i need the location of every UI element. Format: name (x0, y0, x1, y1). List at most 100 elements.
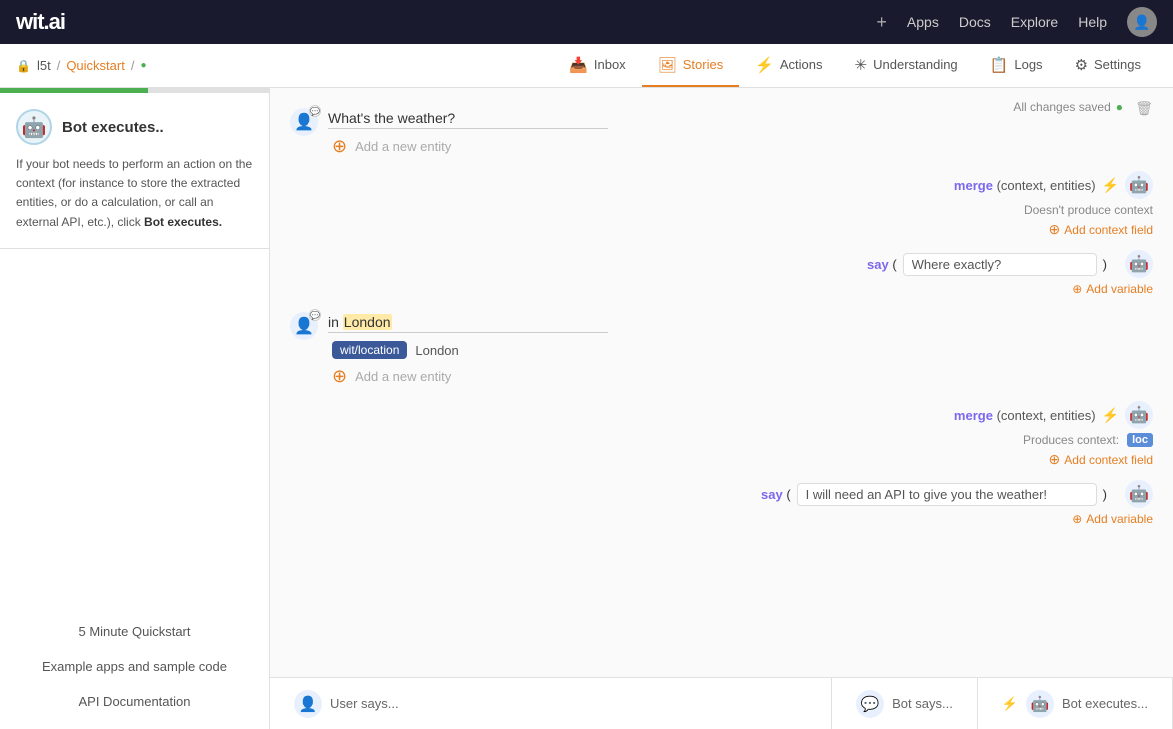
apps-link[interactable]: Apps (907, 14, 939, 30)
actions-icon: ⚡ (755, 56, 774, 74)
highlighted-london: London (343, 314, 392, 330)
main-content: All changes saved ● 🗑 👤 💬 ⊕ Add a new en… (270, 88, 1173, 729)
help-link[interactable]: Help (1078, 14, 1107, 30)
tab-settings[interactable]: ⚙ Settings (1059, 44, 1157, 87)
entity-tag-2[interactable]: wit/location (332, 341, 407, 359)
tab-stories[interactable]: 🖼 Stories (642, 44, 740, 87)
user-turn-2: 👤 💬 in London wit/location London ⊕ Add … (290, 312, 1153, 385)
add-context-btn-1[interactable]: ⊕ Add context field (330, 221, 1153, 238)
bot-avatar: 🤖 (16, 109, 52, 145)
app-name[interactable]: l5t (37, 58, 51, 73)
entity-value-2: London (415, 343, 458, 358)
trash-icon[interactable]: 🗑 (1135, 100, 1153, 117)
logo: wit.ai (16, 9, 65, 35)
lightning-btn-1[interactable]: ⚡ (1102, 177, 1119, 194)
bottom-spacer (270, 542, 1173, 602)
status-dot: ● (140, 60, 146, 71)
say-input-1[interactable] (903, 253, 1097, 276)
say-paren-close-2: ) (1103, 487, 1107, 502)
bot-action-area-1: merge (context, entities) ⚡ 🤖 Doesn't pr… (330, 171, 1153, 296)
merge-params-1: (context, entities) (997, 178, 1096, 193)
bot-executes-desc: If your bot needs to perform an action o… (16, 155, 253, 232)
docs-link[interactable]: Docs (959, 14, 991, 30)
breadcrumb: 🔒 l5t / Quickstart / ● (16, 58, 147, 73)
bot-says-icon: 💬 (856, 690, 884, 718)
top-nav-links: + Apps Docs Explore Help 👤 (876, 7, 1157, 37)
bot-action-area-2: merge (context, entities) ⚡ 🤖 Produces c… (330, 401, 1153, 526)
add-context-label-1[interactable]: Add context field (1064, 223, 1153, 237)
main-layout: 🤖 Bot executes.. If your bot needs to pe… (0, 88, 1173, 729)
add-var-plus-1: ⊕ (1072, 282, 1082, 296)
add-context-label-2[interactable]: Add context field (1064, 453, 1153, 467)
save-status-text: All changes saved (1013, 100, 1110, 114)
bot-executes-title: Bot executes.. (62, 119, 164, 136)
context-badge: loc (1127, 433, 1153, 447)
logs-icon: 📋 (990, 56, 1009, 74)
entity-row-2: wit/location London (328, 341, 1153, 359)
user-turn-1: 👤 💬 ⊕ Add a new entity (290, 108, 1153, 155)
add-entity-btn-1[interactable]: ⊕ (332, 137, 347, 155)
merge-func-2: merge (context, entities) (954, 408, 1096, 423)
context-info-1: Doesn't produce context (330, 203, 1153, 217)
say-paren-open-1: ( (892, 257, 896, 272)
produces-context-text: Produces context: (1023, 433, 1119, 447)
breadcrumb-sep2: / (131, 58, 135, 73)
stories-icon: 🖼 (658, 56, 677, 74)
bot-icon-say-1: 🤖 (1125, 250, 1153, 278)
say-func-name-1: say (867, 257, 889, 272)
say-line-1: say ( ) 🤖 (330, 250, 1153, 278)
story-name[interactable]: Quickstart (66, 58, 125, 73)
tab-stories-label: Stories (683, 57, 723, 72)
bot-says-label: Bot says... (892, 696, 953, 711)
sidebar-link-api[interactable]: API Documentation (0, 684, 269, 719)
add-variable-label-1[interactable]: Add variable (1086, 282, 1153, 296)
add-variable-label-2[interactable]: Add variable (1086, 512, 1153, 526)
tab-inbox[interactable]: 📥 Inbox (553, 44, 642, 87)
user-input-line-1: ⊕ Add a new entity (328, 108, 1153, 155)
tab-understanding-label: Understanding (873, 57, 958, 72)
user-text-display-2: in London (328, 312, 608, 333)
tab-inbox-label: Inbox (594, 57, 626, 72)
say-line-2: say ( ) 🤖 (330, 480, 1153, 508)
user-text-input-1[interactable] (328, 108, 608, 129)
lightning-btn-2[interactable]: ⚡ (1102, 407, 1119, 424)
avatar[interactable]: 👤 (1127, 7, 1157, 37)
bot-executes-label: Bot executes... (1062, 696, 1148, 711)
say-func-1: say ( (867, 257, 897, 272)
inbox-icon: 📥 (569, 56, 588, 74)
add-entity-label-1[interactable]: Add a new entity (355, 139, 451, 154)
add-context-plus-2: ⊕ (1049, 451, 1061, 468)
tab-settings-label: Settings (1094, 57, 1141, 72)
add-context-btn-2[interactable]: ⊕ Add context field (330, 451, 1153, 468)
bot-icon-1: 🤖 (1125, 171, 1153, 199)
say-input-2[interactable] (797, 483, 1097, 506)
merge-func-name-2: merge (954, 408, 993, 423)
sub-nav: 🔒 l5t / Quickstart / ● 📥 Inbox 🖼 Stories… (0, 44, 1173, 88)
user-badge-2: 💬 (309, 309, 321, 321)
add-entity-btn-2[interactable]: ⊕ (332, 367, 347, 385)
add-variable-btn-2[interactable]: ⊕ Add variable (330, 512, 1153, 526)
say-paren-open-2: ( (786, 487, 790, 502)
bot-executes-header: 🤖 Bot executes.. (16, 109, 253, 145)
tab-actions[interactable]: ⚡ Actions (739, 44, 838, 87)
explore-link[interactable]: Explore (1011, 14, 1058, 30)
progress-bar (0, 88, 148, 93)
add-icon[interactable]: + (876, 12, 887, 33)
bot-says-btn[interactable]: 💬 Bot says... (832, 678, 978, 729)
user-badge-1: 💬 (309, 105, 321, 117)
tab-understanding[interactable]: ✳ Understanding (839, 44, 974, 87)
add-entity-label-2[interactable]: Add a new entity (355, 369, 451, 384)
add-entity-row-2: ⊕ Add a new entity (328, 367, 1153, 385)
sidebar-link-examples[interactable]: Example apps and sample code (0, 649, 269, 684)
entity-row-1: ⊕ Add a new entity (328, 137, 1153, 155)
bottom-bar: 👤 User says... 💬 Bot says... ⚡ 🤖 Bot exe… (270, 677, 1173, 729)
merge-func-1: merge (context, entities) (954, 178, 1096, 193)
tab-logs[interactable]: 📋 Logs (974, 44, 1059, 87)
user-says-btn[interactable]: 👤 User says... (270, 678, 832, 729)
sidebar-link-quickstart[interactable]: 5 Minute Quickstart (0, 614, 269, 649)
bot-executes-bot-icon: 🤖 (1026, 690, 1054, 718)
merge-func-name-1: merge (954, 178, 993, 193)
bot-executes-btn[interactable]: ⚡ 🤖 Bot executes... (978, 678, 1173, 729)
add-variable-btn-1[interactable]: ⊕ Add variable (330, 282, 1153, 296)
context-info-2: Produces context: loc (330, 433, 1153, 447)
